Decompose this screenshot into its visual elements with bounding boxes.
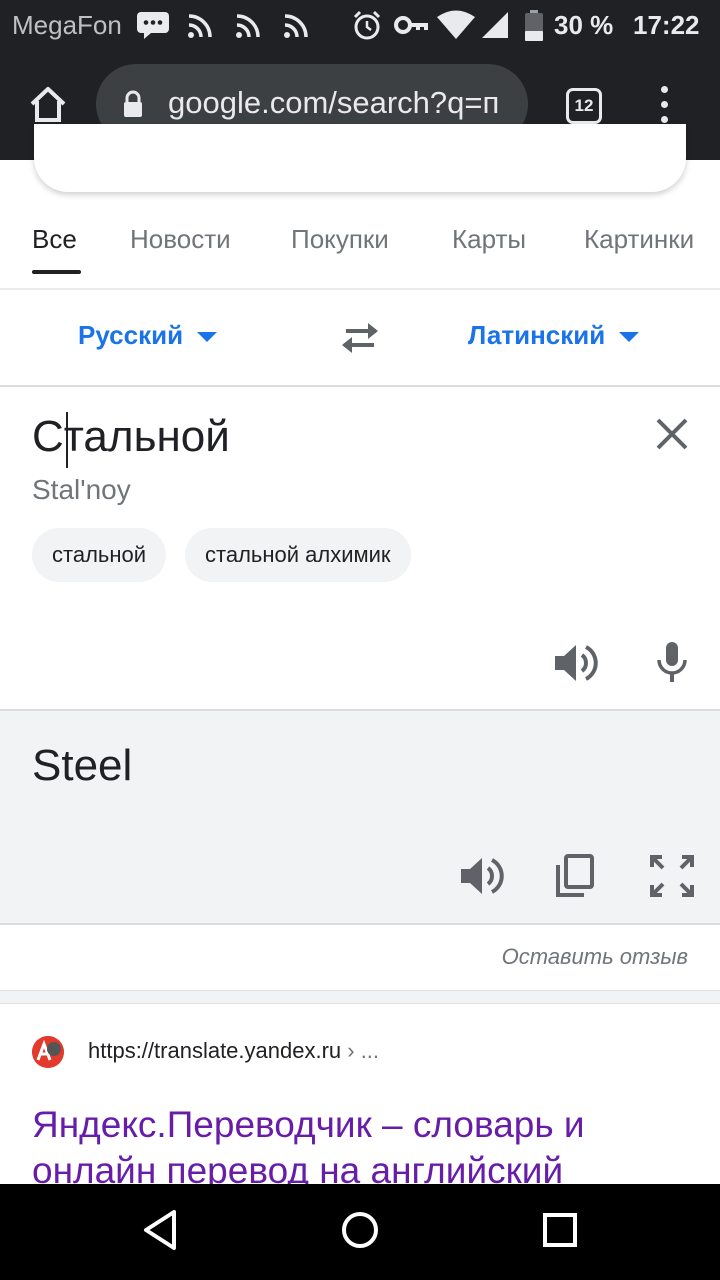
cast-icon: [284, 14, 308, 38]
fullscreen-icon[interactable]: [650, 855, 694, 897]
result-title-link[interactable]: Яндекс.Переводчик – словарь и онлайн пер…: [32, 1102, 682, 1194]
source-language-dropdown[interactable]: Русский: [78, 320, 218, 351]
suggestion-chip[interactable]: стальной: [32, 528, 167, 582]
tabs-button[interactable]: 12: [566, 88, 602, 124]
tab-all[interactable]: Все: [32, 224, 77, 255]
battery-icon: [525, 10, 543, 41]
target-language-label: Латинский: [468, 320, 606, 350]
yandex-translate-favicon: [32, 1036, 64, 1068]
battery-percent: 30 %: [554, 10, 614, 40]
translation-result-text: Steel: [32, 741, 133, 790]
translation-result-panel: Steel: [0, 709, 720, 925]
source-language-label: Русский: [78, 320, 184, 350]
search-box[interactable]: [34, 124, 686, 192]
close-icon[interactable]: [652, 414, 692, 454]
recents-icon[interactable]: [542, 1208, 578, 1252]
tab-images[interactable]: Картинки: [584, 224, 694, 255]
speaker-icon[interactable]: [458, 855, 504, 897]
cast-icon: [188, 14, 212, 38]
suggestion-chip[interactable]: стальной алхимик: [185, 528, 411, 582]
alarm-icon: [353, 10, 381, 40]
source-text-input[interactable]: Стальной: [32, 412, 230, 462]
divider: [0, 385, 720, 387]
transliteration: Stal'noy: [32, 474, 131, 505]
message-icon: [137, 12, 169, 39]
result-url[interactable]: https://translate.yandex.ru › ...: [88, 1038, 379, 1064]
cast-icon: [236, 14, 260, 38]
language-selector: Русский Латинский: [0, 290, 720, 386]
chevron-down-icon: [197, 332, 218, 343]
navigation-bar: [0, 1184, 720, 1280]
search-tabs: Все Новости Покупки Карты Картинки: [0, 206, 720, 290]
home-nav-icon[interactable]: [340, 1208, 380, 1252]
section-separator: [0, 990, 720, 1004]
chevron-down-icon: [619, 332, 640, 343]
home-icon[interactable]: [26, 82, 70, 126]
target-language-dropdown[interactable]: Латинский: [468, 320, 640, 351]
wifi-icon: [437, 10, 475, 39]
tab-maps[interactable]: Карты: [452, 224, 526, 255]
microphone-icon[interactable]: [656, 640, 688, 684]
text-cursor: [66, 412, 68, 468]
signal-icon: [482, 12, 508, 38]
lock-icon: [124, 90, 142, 117]
carrier-name: MegaFon: [12, 10, 122, 40]
clock: 17:22: [633, 10, 700, 40]
status-bar: MegaFon 30 % 17:22: [0, 0, 720, 52]
copy-icon[interactable]: [554, 853, 596, 899]
swap-languages-icon[interactable]: [338, 320, 382, 356]
tab-shopping[interactable]: Покупки: [291, 224, 389, 255]
tab-news[interactable]: Новости: [130, 224, 231, 255]
result-url-breadcrumb: › ...: [341, 1038, 380, 1063]
speaker-icon[interactable]: [552, 642, 598, 684]
result-url-domain: https://translate.yandex.ru: [88, 1038, 342, 1063]
url-text: google.com/search?q=п: [168, 85, 500, 120]
key-icon: [394, 16, 428, 34]
menu-icon[interactable]: [654, 86, 674, 126]
back-icon[interactable]: [140, 1208, 180, 1252]
active-tab-indicator: [32, 270, 81, 274]
feedback-link[interactable]: Оставить отзыв: [502, 944, 688, 970]
